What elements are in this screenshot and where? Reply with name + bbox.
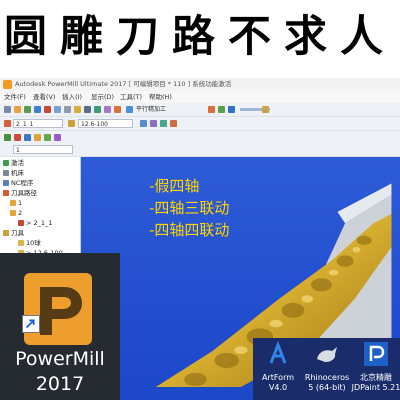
tree-item-tool-ball[interactable]: 10球 (18, 239, 41, 248)
settings-icon[interactable] (64, 106, 71, 113)
menu-insert[interactable]: 插入(I) (62, 92, 82, 102)
zoom-icon[interactable] (34, 134, 41, 141)
desktop-shortcuts: ArtForm V4.0 Rhinoceros 5 (64-bit) 北京精雕 … (253, 338, 400, 400)
wireframe-icon[interactable] (218, 106, 225, 113)
strategy-label: 平行精加工 (136, 106, 167, 113)
menu-view[interactable]: 查看(V) (33, 92, 56, 102)
toolpath-icon (18, 220, 24, 226)
iso-view-icon[interactable] (24, 134, 31, 141)
block-icon[interactable] (34, 106, 41, 113)
menu-display[interactable]: 显示(D) (91, 92, 114, 102)
save-icon[interactable] (14, 106, 21, 113)
render-icon[interactable] (54, 134, 61, 141)
shortcut-jdpaint-label: 北京精雕 JDPaint 5.21 (351, 373, 400, 392)
tool-icon[interactable] (74, 106, 81, 113)
shading-icon[interactable] (208, 106, 215, 113)
toolpath-folder-icon (3, 190, 9, 196)
calculate-icon[interactable] (54, 106, 61, 113)
toolpath-icon (4, 120, 11, 127)
menu-bar: 文件(F) 查看(V) 插入(I) 显示(D) 工具(T) 帮助(H) (0, 91, 400, 103)
rapid-move-icon[interactable] (44, 106, 51, 113)
open-icon[interactable] (4, 106, 11, 113)
window-title: Autodesk PowerMill Ultimate 2017 [ 可编辑项目… (15, 80, 232, 88)
folder-icon (10, 210, 16, 216)
strategy-icon[interactable] (114, 106, 121, 113)
trim-icon[interactable] (170, 120, 177, 127)
pan-icon[interactable] (44, 134, 51, 141)
shortcut-artform[interactable]: ArtForm V4.0 (253, 338, 303, 400)
shortcut-rhinoceros-label: Rhinoceros 5 (64-bit) (304, 373, 350, 392)
tool-folder-icon (3, 230, 9, 236)
title-bar: Autodesk PowerMill Ultimate 2017 [ 可编辑项目… (0, 78, 400, 92)
machine-icon (3, 170, 9, 176)
tree-item-active[interactable]: 激活 (3, 159, 24, 168)
finishing-strategy-icon[interactable] (126, 106, 133, 113)
feature-fake-four-axis: -假四轴 (149, 177, 200, 195)
tree-item-tools[interactable]: 刀具 (3, 229, 24, 238)
menu-tools[interactable]: 工具(T) (120, 92, 142, 102)
simulation-icon[interactable] (262, 106, 269, 113)
tool-select-icon (68, 120, 75, 127)
toolpath-select[interactable]: 2_1_1 (13, 119, 63, 128)
pattern-icon[interactable] (104, 106, 111, 113)
product-name: PowerMill (15, 348, 105, 370)
toolbar-selection: 2_1_1 12.6-100 (0, 117, 400, 131)
tool-select[interactable]: 12.6-100 (78, 119, 133, 128)
banner-title: 圆雕刀路不求人 (4, 12, 396, 62)
globe-icon (3, 160, 9, 166)
jdpaint-icon (364, 342, 388, 366)
mirror-icon[interactable] (160, 120, 167, 127)
folder-icon (10, 200, 16, 206)
tree-item-machine[interactable]: 机床 (3, 169, 24, 178)
tree-item-toolpath-2[interactable]: 2 (10, 209, 22, 218)
powermill-p-icon (24, 273, 92, 345)
rhinoceros-icon (317, 347, 337, 362)
feature-four-axis-three-linkage: -四轴三联动 (149, 199, 230, 217)
shortcut-rhinoceros[interactable]: Rhinoceros 5 (64-bit) (302, 338, 352, 400)
feature-four-axis-four-linkage: -四轴四联动 (149, 221, 230, 239)
value-select[interactable]: 1 (13, 145, 73, 154)
tree-item-toolpaths[interactable]: 刀具路径 (3, 189, 37, 198)
view-icon[interactable] (228, 106, 235, 113)
import-icon[interactable] (24, 106, 31, 113)
powermill-logo-icon (3, 80, 12, 89)
product-version: 2017 (35, 373, 85, 395)
axis-icon[interactable] (14, 134, 21, 141)
shortcut-jdpaint[interactable]: 北京精雕 JDPaint 5.21 (351, 338, 400, 400)
toolbar-view: 1 (0, 131, 400, 157)
toolbar-main: 平行精加工 (0, 103, 400, 117)
menu-help[interactable]: 帮助(H) (149, 92, 172, 102)
menu-file[interactable]: 文件(F) (4, 92, 26, 102)
nc-program-icon (3, 180, 9, 186)
rotate-icon[interactable] (150, 120, 157, 127)
shortcut-artform-label: ArtForm V4.0 (261, 373, 295, 392)
ball-tool-icon (18, 240, 24, 246)
tree-item-toolpath-2-1-1[interactable]: > 2_1_1 (18, 219, 52, 228)
promo-banner: 圆雕刀路不求人 (0, 0, 400, 76)
transform-icon[interactable] (140, 120, 147, 127)
workplane-icon[interactable] (84, 106, 91, 113)
shortcut-arrow-icon (22, 315, 40, 333)
boundary-icon[interactable] (94, 106, 101, 113)
powermill-product-tile[interactable]: PowerMill 2017 (0, 253, 120, 400)
cube-icon[interactable] (4, 134, 11, 141)
tree-item-toolpath-1[interactable]: 1 (10, 199, 22, 208)
tree-item-nc-programs[interactable]: NC程序 (3, 179, 33, 188)
artform-icon (269, 341, 287, 364)
